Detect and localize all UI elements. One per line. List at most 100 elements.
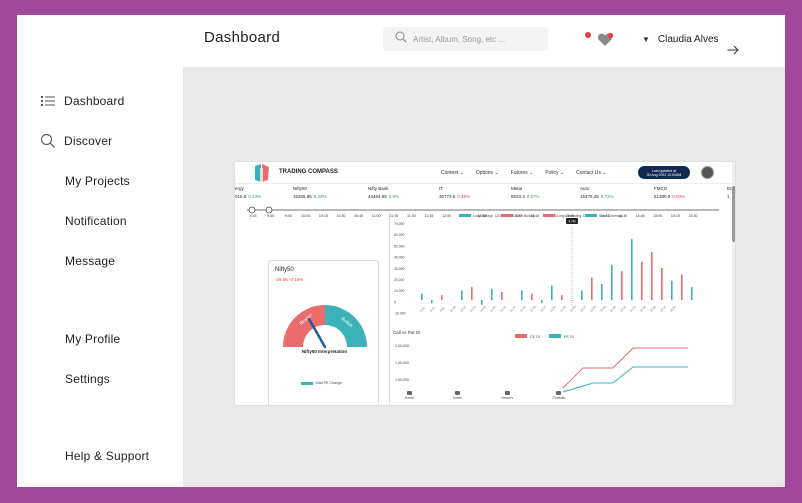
x-tick: 9:30 xyxy=(429,306,436,313)
bottom-nav-sectors[interactable]: Sectors xyxy=(501,389,513,405)
bar xyxy=(541,300,543,304)
x-tick: 15:30 xyxy=(669,305,677,313)
app-window: Dashboard Discover My Projects Notificat… xyxy=(17,15,785,487)
sidebar-item-settings[interactable]: Settings xyxy=(65,369,110,389)
y-tick: 1,00,000 xyxy=(395,378,409,382)
sidebar-item-my-profile[interactable]: My Profile xyxy=(65,329,120,349)
ticker-item: Auto 15475.25 0.72% xyxy=(580,186,614,199)
time-tick: 10:15 xyxy=(319,214,328,218)
user-menu[interactable]: ▼ Claudia Alves xyxy=(642,34,719,45)
sidebar-item-dashboard[interactable]: Dashboard xyxy=(40,91,125,111)
time-tick: 9:45 xyxy=(285,214,292,218)
ticker-item: ergy 015.8 0.13% xyxy=(235,186,262,199)
bottom-nav-portfolio[interactable]: Portfolio xyxy=(552,389,565,405)
bottom-nav-home[interactable]: Home xyxy=(405,389,414,405)
scrollbar[interactable] xyxy=(732,162,735,405)
bar xyxy=(681,274,683,301)
x-tick: 13:30 xyxy=(589,305,597,313)
ticker-item: Nifty50 16306.85 0.23% xyxy=(293,186,327,199)
bar xyxy=(601,284,603,301)
x-tick: 14:30 xyxy=(629,305,637,313)
x-tick: 13:15 xyxy=(579,305,587,313)
ticker-strip: ergy 015.8 0.13% Nifty50 16306.85 0.23% Nifty … xyxy=(235,184,735,206)
ticker-item: Metal 6533.3 0.27% xyxy=(511,186,540,199)
y-tick: 0 xyxy=(394,300,396,304)
bar xyxy=(591,277,593,301)
trading-compass-screenshot: TRADING COMPASS Contest ⌄ Options ⌄ Futu… xyxy=(234,161,736,406)
panel-legend: Total PE Change xyxy=(301,381,342,385)
notification-dot xyxy=(585,32,591,38)
time-tick: 10:30 xyxy=(337,214,346,218)
tc-nav-item[interactable]: Contact Us ⌄ xyxy=(576,170,606,176)
home-icon xyxy=(406,391,412,395)
sidebar-item-label: Notification xyxy=(65,214,127,228)
y-tick: 60,000 xyxy=(394,233,404,237)
avatar[interactable] xyxy=(701,166,714,179)
legend-label: Short Covering xyxy=(599,214,622,218)
x-tick: 9:15 xyxy=(419,306,426,313)
x-tick: 14:45 xyxy=(639,305,647,313)
search-input[interactable] xyxy=(413,34,533,44)
sidebar-item-discover[interactable]: Discover xyxy=(40,131,112,151)
tc-nav-item[interactable]: Futures ⌄ xyxy=(511,170,534,176)
y-tick: 2,00,000 xyxy=(395,344,409,348)
x-tick: 15:15 xyxy=(659,305,667,313)
bar xyxy=(661,268,663,301)
bar xyxy=(561,295,563,301)
sidebar-item-label: Help & Support xyxy=(65,449,150,463)
x-tick: 13:45 xyxy=(599,305,607,313)
main-content: TRADING COMPASS Contest ⌄ Options ⌄ Futu… xyxy=(183,67,785,487)
y-tick: 70,000 xyxy=(394,222,404,226)
time-tick: 11:00 xyxy=(372,214,381,218)
tc-nav-item[interactable]: Contest ⌄ xyxy=(441,170,464,176)
y-tick: 10,000 xyxy=(394,289,404,293)
bottom-nav-index[interactable]: Index xyxy=(453,389,462,405)
time-tick: 10:45 xyxy=(354,214,363,218)
bar xyxy=(471,287,473,301)
legend-label: Long Unwinding xyxy=(557,214,581,218)
tc-nav-item[interactable]: Policy ⌄ xyxy=(545,170,564,176)
x-tick: 12:00 xyxy=(529,305,537,313)
legend-swatch xyxy=(459,214,471,217)
sidebar-item-message[interactable]: Message xyxy=(65,251,115,271)
ce-oi-line xyxy=(562,347,688,389)
x-tick: 11:30 xyxy=(509,305,517,313)
ticker-item: Nifty Bank 44484.85 0.8% xyxy=(368,186,400,199)
tc-header: TRADING COMPASS Contest ⌄ Options ⌄ Futu… xyxy=(235,162,735,184)
legend-label: Long Buildup xyxy=(473,214,493,218)
bar xyxy=(631,239,633,301)
portfolio-icon xyxy=(556,391,562,395)
legend-swatch xyxy=(543,214,555,217)
sidebar-item-my-projects[interactable]: My Projects xyxy=(65,171,130,191)
bar xyxy=(421,293,423,301)
sidebar-item-label: Discover xyxy=(64,134,113,148)
y-tick: 1,50,000 xyxy=(395,361,409,365)
y-tick: 40,000 xyxy=(394,256,404,260)
nifty-gauge-panel: Nifty50 -29.65 -0.15% Bearish Bullish Ni… xyxy=(268,260,379,405)
bar xyxy=(431,300,433,304)
arrow-right-icon[interactable] xyxy=(727,42,739,60)
sidebar-item-help-support[interactable]: Help & Support xyxy=(65,446,149,466)
x-tick: 10:45 xyxy=(479,305,487,313)
x-tick: 10:00 xyxy=(449,305,457,313)
time-tick: 9:15 xyxy=(250,214,257,218)
bar xyxy=(611,264,613,301)
sidebar-item-label: Settings xyxy=(65,372,110,386)
bar xyxy=(581,290,583,301)
sidebar-item-label: My Projects xyxy=(65,174,130,188)
callput-title: Call vs Put OI xyxy=(393,330,421,335)
legend-pe: PE OI xyxy=(564,335,574,339)
x-tick: 11:45 xyxy=(519,305,527,313)
panel-change: -29.65 -0.15% xyxy=(275,277,304,282)
bar xyxy=(461,290,463,301)
search-box[interactable] xyxy=(383,27,548,51)
sidebar-item-notification[interactable]: Notification xyxy=(65,211,127,231)
bar xyxy=(641,261,643,301)
time-tick: 10:00 xyxy=(301,214,310,218)
y-tick: 50,000 xyxy=(394,244,404,248)
bar xyxy=(491,288,493,301)
tc-nav-item[interactable]: Options ⌄ xyxy=(476,170,499,176)
heart-icon[interactable] xyxy=(597,32,614,52)
x-tick: 10:15 xyxy=(459,305,467,313)
sidebar-item-label: Dashboard xyxy=(64,94,125,108)
